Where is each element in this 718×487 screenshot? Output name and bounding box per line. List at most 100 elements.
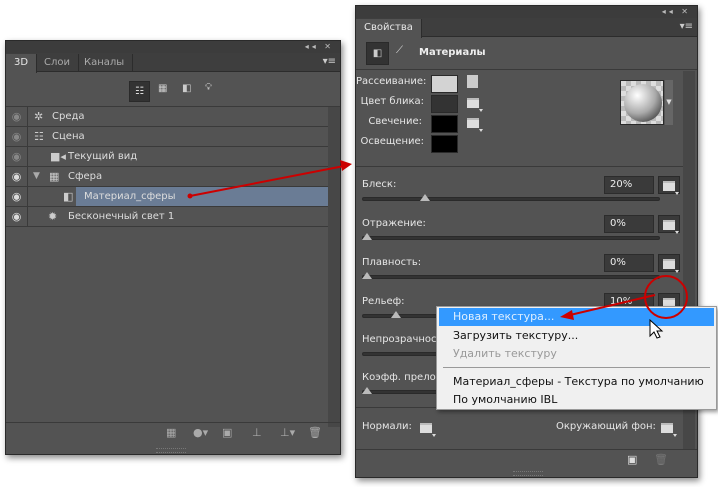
row-label: Бесконечный свет 1 <box>68 211 175 222</box>
tree-row-sphere[interactable]: ◉ ▼ ▦ Сфера <box>6 167 328 187</box>
panel-titlebar[interactable]: ◂◂ ✕ <box>6 41 340 53</box>
arrowhead <box>340 160 352 171</box>
tab-bar: Свойства ▾≡ <box>356 18 697 38</box>
tree-row-scene[interactable]: ◉ ☷ Сцена <box>6 127 328 147</box>
ambient-swatch[interactable] <box>431 135 458 153</box>
tab-channels[interactable]: Каналы <box>76 54 134 72</box>
brush-icon[interactable]: ⟋ <box>396 45 403 56</box>
slider-label: Отражение: <box>362 218 426 229</box>
environment-icon: ✲ <box>34 110 44 123</box>
slider-thumb[interactable] <box>362 272 372 279</box>
slider-value-input[interactable]: 0% <box>604 254 654 272</box>
folder-icon <box>663 181 679 195</box>
tree-row-current-view[interactable]: ◉ ■◂ Текущий вид <box>6 147 328 167</box>
slider-thumb[interactable] <box>390 311 401 318</box>
material-icon: ◧ <box>63 190 74 203</box>
scene-filter-button[interactable]: ☷ <box>129 81 150 102</box>
row-label: Сцена <box>52 131 85 142</box>
tree-row-infinite-light[interactable]: ◉ ✹ Бесконечный свет 1 <box>6 207 328 227</box>
render-icon[interactable]: ▣ <box>222 426 232 439</box>
filter-toolbar: ☷ ▦ ◧ 💡︎ <box>6 73 340 107</box>
environment-label: Окружающий фон: <box>556 421 656 432</box>
slider-thumb[interactable] <box>362 387 372 394</box>
tab-3d[interactable]: 3D <box>6 54 38 73</box>
ambient-label: Освещение: <box>360 136 424 147</box>
eye-icon[interactable]: ◉ <box>6 207 28 226</box>
scrollbar[interactable] <box>328 107 340 427</box>
slider-label: Рельеф: <box>362 296 405 307</box>
environment-folder-icon[interactable] <box>661 423 677 437</box>
add-constraint-icon[interactable]: ⊥▾ <box>280 426 295 439</box>
diffuse-swatch[interactable] <box>431 75 458 93</box>
resize-grip[interactable] <box>513 471 543 476</box>
slider-value-input[interactable]: 0% <box>604 215 654 233</box>
bottom-toolbar: ▦ ●▾ ▣ ⊥ ⊥▾ 🗑︎ <box>6 422 340 444</box>
folder-icon[interactable] <box>467 118 483 132</box>
row-label: Материал_сферы <box>84 191 176 202</box>
trash-icon[interactable]: 🗑︎ <box>308 426 322 439</box>
slider-label: Плавность: <box>362 257 422 268</box>
slider-thumb[interactable] <box>362 233 372 240</box>
expand-triangle-icon[interactable]: ▼ <box>33 167 40 186</box>
bottom-toolbar: ▣ 🗑︎ <box>356 449 697 469</box>
trash-icon[interactable]: 🗑︎ <box>654 453 668 466</box>
light-icon: ✹ <box>48 210 58 223</box>
texture-folder-button[interactable] <box>658 215 680 234</box>
tree-row-material[interactable]: ◉ ◧ Материал_сферы <box>6 187 328 207</box>
illumination-swatch[interactable] <box>431 115 458 133</box>
tab-properties[interactable]: Свойства <box>356 19 422 38</box>
mesh-filter-button[interactable]: ▦ <box>158 83 167 94</box>
menu-item-default-ibl[interactable]: По умолчанию IBL <box>439 391 714 409</box>
eye-icon[interactable]: ◉ <box>6 107 28 126</box>
slider-track[interactable] <box>362 236 660 240</box>
eye-icon[interactable]: ◉ <box>6 147 28 166</box>
texture-icon[interactable] <box>467 75 478 88</box>
texture-folder-button[interactable] <box>658 176 680 195</box>
specular-label: Цвет блика: <box>360 96 424 107</box>
light-filter-button[interactable]: 💡︎ <box>205 82 212 93</box>
resize-grip[interactable] <box>156 448 186 453</box>
menu-item-new-texture[interactable]: Новая текстура... <box>439 308 714 326</box>
section-title: Материалы <box>419 47 486 58</box>
panel-titlebar[interactable]: ◂◂ ✕ <box>356 6 697 18</box>
add-mesh-icon[interactable]: ▦ <box>166 426 176 439</box>
material-preview[interactable] <box>620 80 664 125</box>
folder-icon[interactable] <box>467 98 483 112</box>
folder-icon <box>663 220 679 234</box>
eye-icon[interactable]: ◉ <box>6 167 28 186</box>
menu-separator <box>443 367 710 368</box>
specular-swatch[interactable] <box>431 95 458 113</box>
menu-item-load-texture[interactable]: Загрузить текстуру... <box>439 327 714 345</box>
slider-track[interactable] <box>362 197 660 201</box>
tab-layers[interactable]: Слои <box>36 54 79 72</box>
scene-icon: ☷ <box>34 130 44 143</box>
sphere-preview <box>624 84 662 122</box>
diffuse-label: Рассеивание: <box>356 76 427 87</box>
ground-icon[interactable]: ⊥ <box>252 426 262 439</box>
slider-thumb[interactable] <box>419 194 430 201</box>
normals-label: Нормали: <box>362 421 412 432</box>
tab-bar: 3D Слои Каналы ▾≡ <box>6 53 340 73</box>
material-filter-button[interactable]: ◧ <box>182 83 191 94</box>
add-light-icon[interactable]: ●▾ <box>193 426 208 439</box>
properties-header: ◧ ⟋ Материалы <box>356 38 697 70</box>
material-picker-arrow[interactable]: ▼ <box>665 80 673 125</box>
normals-folder-icon[interactable] <box>420 423 436 437</box>
3d-panel: ◂◂ ✕ 3D Слои Каналы ▾≡ ☷ ▦ ◧ 💡︎ ◉ ✲ Среда … <box>5 40 341 455</box>
row-label: Текущий вид <box>68 151 138 162</box>
texture-folder-button[interactable] <box>658 254 680 273</box>
menu-item-default-texture[interactable]: Материал_сферы - Текстура по умолчанию <box>439 373 714 391</box>
illumination-label: Свечение: <box>368 116 422 127</box>
slider-track[interactable] <box>362 275 660 279</box>
panel-menu-icon[interactable]: ▾≡ <box>323 56 336 67</box>
eye-icon[interactable]: ◉ <box>6 187 28 206</box>
eye-icon[interactable]: ◉ <box>6 127 28 146</box>
divider <box>356 166 683 167</box>
slider-value-input[interactable]: 20% <box>604 176 654 194</box>
tree-row-environment[interactable]: ◉ ✲ Среда <box>6 107 328 127</box>
material-mode-button[interactable]: ◧ <box>366 42 389 65</box>
camera-icon: ■◂ <box>50 150 66 163</box>
render-icon[interactable]: ▣ <box>627 453 637 466</box>
panel-menu-icon[interactable]: ▾≡ <box>680 21 693 32</box>
scene-tree: ◉ ✲ Среда ◉ ☷ Сцена ◉ ■◂ Текущий вид ◉ ▼ ▦ Сфера … <box>6 107 340 427</box>
